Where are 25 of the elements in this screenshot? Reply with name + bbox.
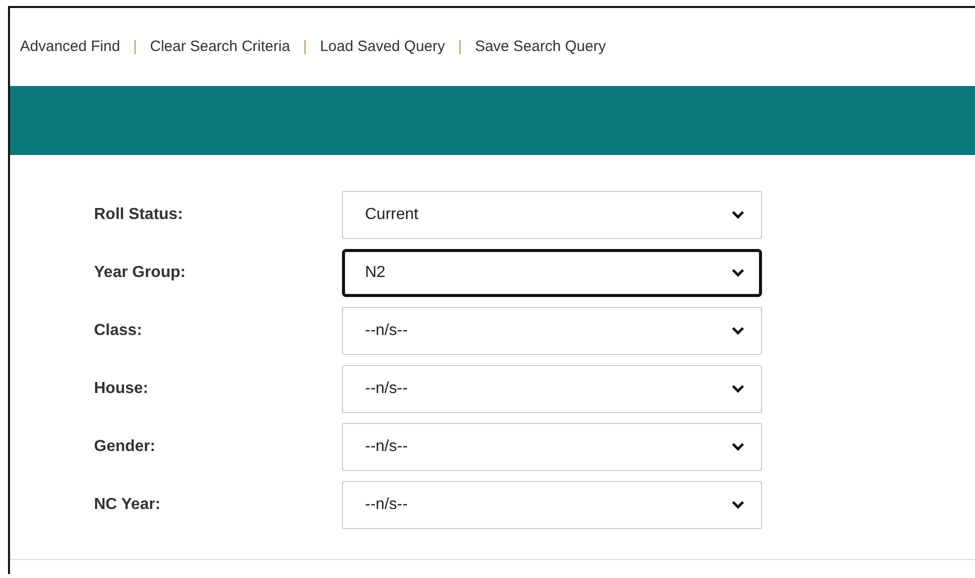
field-label: Gender: — [94, 437, 156, 457]
dropdown[interactable]: --n/s-- — [342, 365, 762, 413]
toolbar-link[interactable]: Clear Search Criteria — [150, 36, 290, 58]
toolbar-link[interactable]: Load Saved Query — [320, 36, 446, 58]
dropdown[interactable]: --n/s-- — [342, 481, 762, 529]
separator: | — [132, 36, 138, 57]
separator: | — [302, 36, 308, 57]
field-label: House: — [94, 379, 150, 399]
chevron-down-icon — [731, 326, 745, 336]
chevron-down-icon — [731, 500, 745, 510]
field-label: Class: — [94, 321, 144, 341]
chevron-down-icon — [731, 210, 745, 220]
dropdown[interactable]: N2 — [342, 249, 762, 297]
dropdown[interactable]: --n/s-- — [342, 423, 762, 471]
toolbar-link[interactable]: Save Search Query — [474, 36, 606, 58]
toolbar-link[interactable]: Advanced Find — [20, 36, 120, 58]
chevron-down-icon — [731, 268, 745, 278]
separator: | — [457, 36, 463, 57]
field-label: Year Group: — [94, 263, 187, 283]
dropdown[interactable]: Current — [342, 191, 762, 239]
field-label: Roll Status: — [94, 205, 184, 225]
field-label: NC Year: — [94, 495, 162, 515]
chevron-down-icon — [731, 384, 745, 394]
dropdown[interactable]: --n/s-- — [342, 307, 762, 355]
chevron-down-icon — [731, 442, 745, 452]
